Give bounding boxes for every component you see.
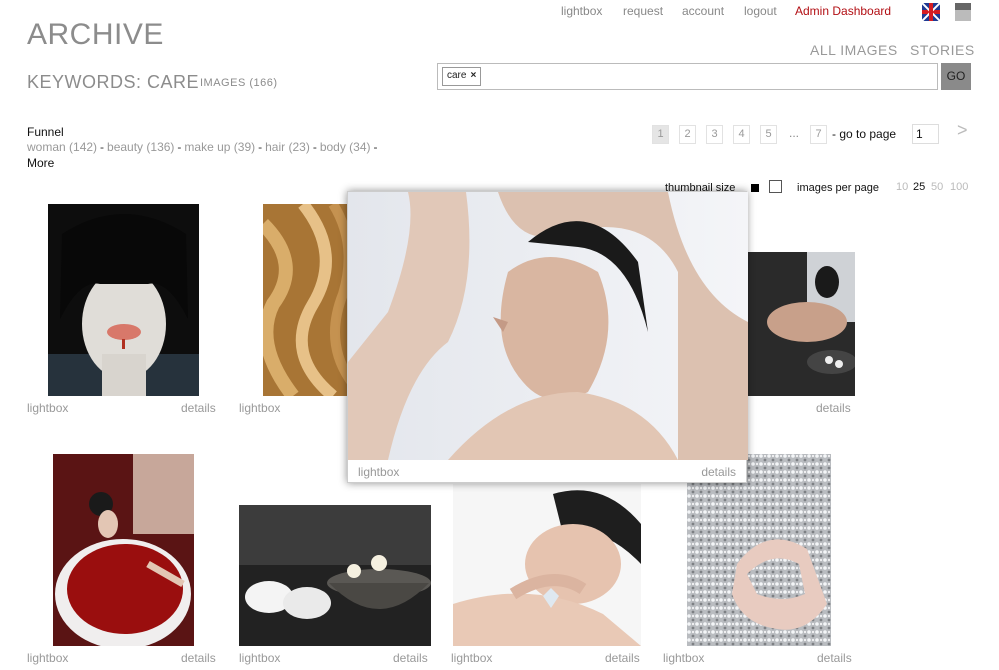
preview-image-woman-arms-raised[interactable]	[348, 192, 748, 460]
details-link[interactable]: details	[181, 651, 216, 665]
funnel-keywords: woman (142) - beauty (136) - make up (39) - ha…	[27, 140, 381, 154]
top-nav-lightbox-link[interactable]: lightbox	[561, 4, 602, 18]
stories-link[interactable]: STORIES	[910, 42, 975, 58]
search-input[interactable]: care ×	[437, 63, 938, 90]
small-thumbnail-toggle[interactable]	[751, 184, 759, 192]
page-title: ARCHIVE	[27, 18, 164, 51]
funnel-keyword[interactable]: body (34)	[320, 140, 371, 154]
more-link[interactable]: More	[27, 156, 54, 170]
thumbnail-woman-rose-bath[interactable]	[53, 454, 194, 646]
details-link[interactable]: details	[605, 651, 640, 665]
keyword-tag-label: care	[447, 70, 467, 81]
pagination-ellipsis: ...	[789, 126, 800, 140]
funnel-title: Funnel	[27, 125, 64, 139]
lightbox-link[interactable]: lightbox	[239, 401, 280, 415]
remove-tag-icon[interactable]: ×	[470, 70, 476, 81]
language-flag-icon[interactable]	[955, 3, 971, 21]
separator: -	[373, 140, 378, 154]
keyword-tag: care ×	[442, 67, 482, 86]
goto-page-input[interactable]: 1	[912, 124, 939, 144]
image-preview-popup[interactable]: lightbox details	[347, 191, 748, 483]
image-count: IMAGES (166)	[200, 77, 278, 89]
page-link-2[interactable]: 2	[679, 125, 696, 144]
large-thumbnail-toggle[interactable]	[769, 180, 782, 193]
details-link[interactable]: details	[181, 401, 216, 415]
next-page-icon[interactable]: >	[957, 120, 968, 141]
lightbox-link[interactable]: lightbox	[663, 651, 704, 665]
goto-page-label: - go to page	[832, 127, 897, 141]
funnel-keyword[interactable]: woman (142)	[27, 140, 97, 154]
details-link[interactable]: details	[816, 401, 851, 415]
top-nav-request-link[interactable]: request	[623, 4, 663, 18]
page-link-5[interactable]: 5	[760, 125, 777, 144]
funnel-keyword[interactable]: hair (23)	[265, 140, 310, 154]
per-page-10[interactable]: 10	[896, 181, 908, 193]
per-page-25[interactable]: 25	[913, 181, 925, 193]
lightbox-link[interactable]: lightbox	[27, 401, 68, 415]
details-link[interactable]: details	[393, 651, 428, 665]
popup-details-link[interactable]: details	[701, 465, 736, 479]
thumbnail-woman-black-hair[interactable]	[48, 204, 199, 396]
go-button[interactable]: GO	[941, 63, 971, 90]
funnel-keyword[interactable]: beauty (136)	[107, 140, 174, 154]
thumbnail-towels-orchid[interactable]	[239, 505, 431, 646]
thumbnail-woman-diamond-face[interactable]	[453, 484, 641, 646]
page-link-last[interactable]: 7	[810, 125, 827, 144]
separator: -	[258, 140, 263, 154]
thumbnail-golden-hair[interactable]	[263, 204, 353, 396]
lightbox-link[interactable]: lightbox	[27, 651, 68, 665]
all-images-link[interactable]: ALL IMAGES	[810, 42, 898, 58]
per-page-50[interactable]: 50	[931, 181, 943, 193]
funnel-keyword[interactable]: make up (39)	[184, 140, 255, 154]
keywords-heading: KEYWORDS: CARE	[27, 72, 200, 92]
lightbox-link[interactable]: lightbox	[451, 651, 492, 665]
per-page-100[interactable]: 100	[950, 181, 968, 193]
images-per-page-label: images per page	[797, 182, 879, 194]
separator: -	[312, 140, 317, 154]
uk-flag-icon[interactable]	[922, 3, 940, 21]
thumbnail-woman-bath-spa[interactable]	[747, 252, 855, 396]
page-link-3[interactable]: 3	[706, 125, 723, 144]
top-nav-account-link[interactable]: account	[682, 4, 724, 18]
lightbox-link[interactable]: lightbox	[239, 651, 280, 665]
popup-lightbox-link[interactable]: lightbox	[358, 465, 399, 479]
page-link-4[interactable]: 4	[733, 125, 750, 144]
separator: -	[100, 140, 105, 154]
page-link-1[interactable]: 1	[652, 125, 669, 144]
admin-dashboard-link[interactable]: Admin Dashboard	[795, 4, 891, 18]
separator: -	[177, 140, 182, 154]
top-nav-logout-link[interactable]: logout	[744, 4, 777, 18]
details-link[interactable]: details	[817, 651, 852, 665]
